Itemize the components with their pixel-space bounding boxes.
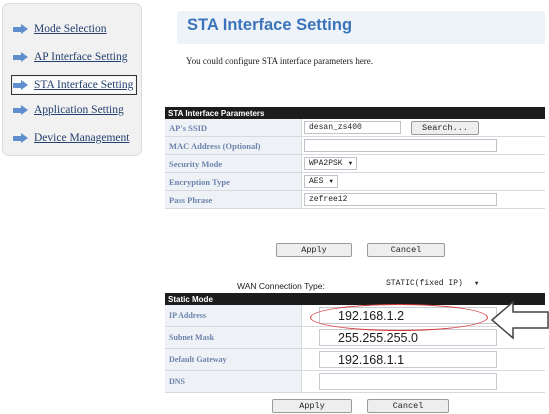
sta-apply-button[interactable]: Apply [276,243,352,257]
subnet-mask-row: Subnet Mask 255.255.255.0 [165,327,545,349]
arrow-right-icon [13,52,29,62]
sta-params-table: STA Interface Parameters AP's SSID desan… [165,107,545,209]
default-gateway-label: Default Gateway [165,349,302,370]
ssid-label: AP's SSID [165,119,302,136]
mac-row: MAC Address (Optional) [165,137,545,155]
chevron-down-icon: ▼ [474,280,479,287]
static-apply-button[interactable]: Apply [272,399,352,413]
dns-label: DNS [165,371,302,392]
arrow-right-icon [13,80,29,90]
sidebar-item-ap-interface[interactable]: AP Interface Setting [13,49,127,65]
security-mode-select[interactable]: WPA2PSK ▼ [304,157,358,170]
arrow-right-icon [13,24,29,34]
subnet-mask-input[interactable]: 255.255.255.0 [319,329,497,346]
static-cancel-button[interactable]: Cancel [367,399,449,413]
passphrase-label: Pass Phrase [165,191,302,208]
sidebar-item-device-management[interactable]: Device Management [13,130,129,146]
sidebar-item-label: AP Interface Setting [34,51,128,63]
page-title-bar: STA Interface Setting [177,11,545,44]
static-mode-table: Static Mode IP Address 192.168.1.2 Subne… [165,293,545,393]
search-button[interactable]: Search... [411,121,479,135]
static-mode-heading: Static Mode [165,293,545,305]
outline-arrow-left-icon [491,300,549,340]
arrow-right-icon [13,105,29,115]
sta-params-heading: STA Interface Parameters [165,107,545,119]
passphrase-input[interactable]: zefree12 [304,193,497,206]
default-gateway-input[interactable]: 192.168.1.1 [319,351,497,368]
ssid-row: AP's SSID desan_zs400 Search... [165,119,545,137]
mac-input[interactable] [304,139,497,152]
page-title: STA Interface Setting [187,16,353,34]
ssid-input[interactable]: desan_zs400 [304,121,401,134]
dns-row: DNS [165,371,545,393]
ip-address-row: IP Address 192.168.1.2 [165,305,545,327]
wan-connection-type-label: WAN Connection Type: [237,281,325,291]
sta-cancel-button[interactable]: Cancel [367,243,445,257]
sidebar-item-application[interactable]: Application Setting [13,102,124,118]
passphrase-row: Pass Phrase zefree12 [165,191,545,209]
security-mode-row: Security Mode WPA2PSK ▼ [165,155,545,173]
sidebar-item-label: STA Interface Setting [34,79,134,91]
subnet-mask-label: Subnet Mask [165,327,302,348]
chevron-down-icon: ▼ [329,178,334,185]
wan-connection-type-value: STATIC(fixed IP) [386,279,463,288]
security-mode-label: Security Mode [165,155,302,172]
ip-address-label: IP Address [165,305,302,326]
encryption-type-row: Encryption Type AES ▼ [165,173,545,191]
default-gateway-row: Default Gateway 192.168.1.1 [165,349,545,371]
mac-label: MAC Address (Optional) [165,137,302,154]
arrow-right-icon [13,133,29,143]
security-mode-value: WPA2PSK [309,159,343,168]
encryption-type-select[interactable]: AES ▼ [304,175,339,188]
sidebar-item-label: Application Setting [34,104,124,116]
encryption-type-label: Encryption Type [165,173,302,190]
encryption-type-value: AES [309,177,324,186]
wan-connection-type-select[interactable]: STATIC(fixed IP) ▼ [382,277,482,290]
sidebar-item-sta-interface[interactable]: STA Interface Setting [10,75,138,95]
sidebar-nav: Mode Selection AP Interface Setting STA … [2,3,142,156]
dns-input[interactable] [319,373,497,390]
page-description: You could configure STA interface parame… [186,56,374,66]
sidebar-item-mode-selection[interactable]: Mode Selection [13,21,107,37]
chevron-down-icon: ▼ [348,160,353,167]
ip-address-input[interactable]: 192.168.1.2 [319,307,497,324]
sidebar-item-label: Device Management [34,132,130,144]
sidebar-item-label: Mode Selection [34,23,107,35]
